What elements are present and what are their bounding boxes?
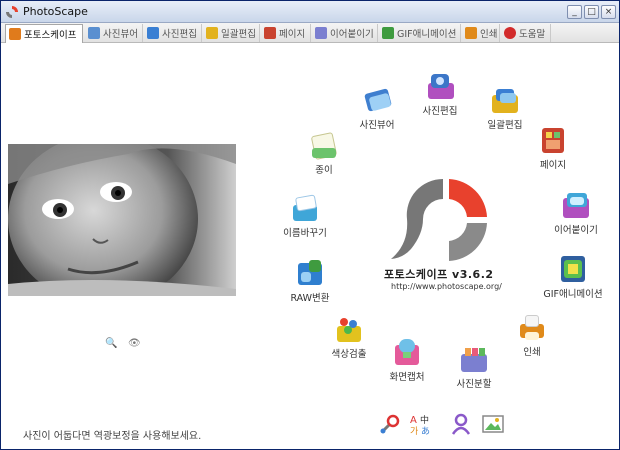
batch-icon [490, 85, 520, 115]
tab-label: 일괄편집 [221, 29, 256, 40]
tab-photoscape[interactable]: 포토스케이프 [5, 24, 83, 43]
launcher-color-picker[interactable]: 색상검출 [323, 314, 375, 360]
maximize-button[interactable]: □ [584, 5, 599, 19]
page-tab-icon [264, 27, 276, 39]
launcher-label: 이름바꾸기 [283, 228, 327, 239]
language-icon[interactable]: A 中 가 あ [409, 412, 433, 436]
combine-tab-icon [315, 27, 327, 39]
tab-label: 페이지 [279, 29, 306, 40]
tab-label: 포토스케이프 [24, 30, 77, 41]
launcher-page[interactable]: 페이지 [528, 125, 578, 171]
launcher-gif[interactable]: GIF애니메이션 [535, 254, 611, 300]
launcher-label: 종이 [315, 165, 333, 176]
tip-text: 사진이 어둡다면 역광보정을 사용해보세요. [23, 431, 202, 442]
zoom-icon[interactable]: 🔍 [105, 338, 117, 349]
tab-editor[interactable]: 사진편집 [144, 24, 202, 42]
tab-label: GIF애니메이션 [397, 29, 457, 40]
launcher-editor[interactable]: 사진편집 [415, 71, 465, 117]
raw-converter-icon [295, 258, 325, 288]
launcher-rename[interactable]: 이름바꾸기 [277, 193, 333, 239]
photoscape-tab-icon [9, 28, 21, 40]
color-picker-icon [334, 314, 364, 344]
tab-page[interactable]: 페이지 [261, 24, 311, 42]
editor-icon [425, 71, 455, 101]
photoscape-logo [391, 178, 487, 261]
help-tab-icon [504, 27, 516, 39]
tools-icon[interactable] [378, 412, 402, 436]
svg-text:中: 中 [420, 414, 429, 426]
minimize-button[interactable]: _ [567, 5, 582, 19]
launcher-screen-capture[interactable]: 화면캡처 [381, 337, 433, 383]
sample-photo [8, 144, 236, 296]
launcher-raw-converter[interactable]: RAW변환 [284, 258, 336, 304]
gif-tab-icon [382, 27, 394, 39]
window-title: PhotoScape [23, 5, 88, 18]
tab-batch[interactable]: 일괄편집 [203, 24, 260, 42]
launcher-splitter[interactable]: 사진분할 [449, 344, 499, 390]
tab-help[interactable]: 도움말 [501, 24, 551, 42]
website-link[interactable]: http://www.photoscape.org/ [391, 282, 502, 291]
launcher-batch[interactable]: 일괄편집 [480, 85, 530, 131]
screen-capture-icon [392, 337, 422, 367]
tab-label: 인쇄 [480, 29, 498, 40]
viewer-tab-icon [88, 27, 100, 39]
tab-label: 사진뷰어 [103, 29, 138, 40]
launcher-label: 일괄편집 [487, 120, 523, 131]
svg-text:あ: あ [421, 426, 430, 436]
tab-bar: 포토스케이프 사진뷰어 사진편집 일괄편집 페이지 이어붙이기 GIF애니메이션 [1, 23, 619, 43]
version-label: 포토스케이프 v3.6.2 [384, 268, 494, 281]
launcher-label: 색상검출 [331, 349, 367, 360]
image-icon[interactable] [481, 412, 505, 436]
launcher-label: GIF애니메이션 [543, 289, 603, 300]
tab-gif[interactable]: GIF애니메이션 [379, 24, 461, 42]
launcher-label: 사진분할 [456, 379, 492, 390]
splitter-icon [459, 344, 489, 374]
svg-text:A: A [410, 415, 417, 426]
title-bar[interactable]: PhotoScape _ □ × [1, 1, 619, 23]
launcher-label: 화면캡처 [389, 372, 425, 383]
printer-icon [517, 312, 547, 342]
launcher-viewer[interactable]: 사진뷰어 [352, 85, 402, 131]
launcher-label: 사진뷰어 [359, 120, 395, 131]
launcher-label: 페이지 [539, 160, 567, 171]
tab-label: 사진편집 [162, 29, 197, 40]
tab-label: 도움말 [519, 29, 546, 40]
launcher-print[interactable]: 인쇄 [507, 312, 557, 358]
batch-tab-icon [206, 27, 218, 39]
launcher-label: 이어붙이기 [554, 225, 598, 236]
launcher-label: 인쇄 [523, 347, 541, 358]
tab-combine[interactable]: 이어붙이기 [312, 24, 378, 42]
photoscape-app-icon [6, 6, 18, 18]
app-window: PhotoScape _ □ × 포토스케이프 사진뷰어 사진편집 일괄편집 페… [0, 0, 620, 450]
page-icon [538, 125, 568, 155]
close-button[interactable]: × [601, 5, 616, 19]
launcher-label: RAW변환 [290, 293, 330, 304]
launcher-combine[interactable]: 이어붙이기 [551, 190, 601, 236]
print-tab-icon [465, 27, 477, 39]
paper-icon [309, 130, 339, 161]
eye-icon[interactable]: 👁 [128, 338, 141, 349]
launcher-paper[interactable]: 종이 [299, 130, 349, 176]
combine-icon [561, 190, 591, 220]
users-icon[interactable] [449, 412, 473, 436]
svg-text:가: 가 [410, 426, 418, 436]
viewer-icon [362, 85, 392, 115]
tab-print[interactable]: 인쇄 [462, 24, 500, 42]
tab-viewer[interactable]: 사진뷰어 [85, 24, 143, 42]
child-portrait-image [8, 144, 236, 296]
editor-tab-icon [147, 27, 159, 39]
gif-icon [558, 254, 588, 284]
rename-icon [290, 193, 320, 223]
tab-label: 이어붙이기 [330, 29, 374, 40]
launcher-label: 사진편집 [422, 106, 458, 117]
